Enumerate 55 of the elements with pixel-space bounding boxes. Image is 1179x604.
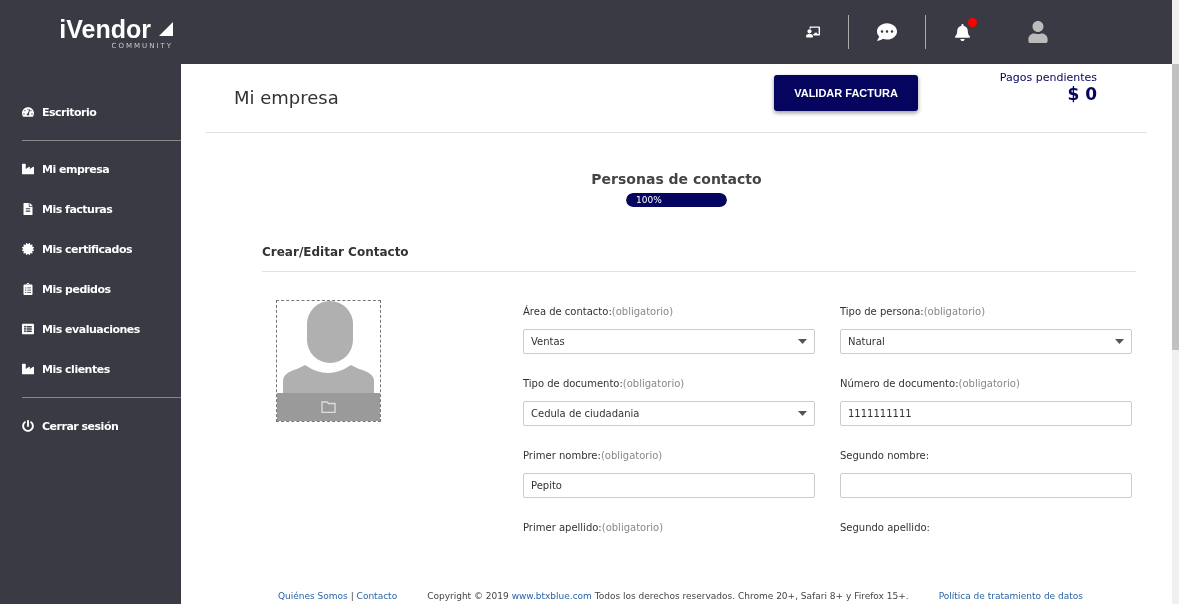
sidebar-item[interactable]: Mis certificados: [22, 229, 181, 269]
document-icon: [22, 203, 34, 215]
bell-icon[interactable]: [954, 23, 971, 41]
dashboard-icon: [22, 106, 34, 118]
pending-amount: $ 0: [1067, 84, 1097, 105]
input-field[interactable]: 1111111111: [840, 400, 1132, 426]
input-field[interactable]: Pepito: [523, 472, 815, 498]
sidebar-item[interactable]: Cerrar sesión: [22, 406, 181, 446]
caret-icon: [1115, 338, 1124, 344]
copyright-text: Copyright © 2019 www.btxblue.com Todos los derechos reservados. Chrome 20+, Safari 8+ y Firefox 15+.: [427, 590, 909, 601]
section-title: Crear/Editar Contacto: [262, 244, 1136, 272]
input-field[interactable]: [840, 472, 1132, 498]
factory-icon: [22, 163, 34, 175]
select-field[interactable]: Natural: [840, 328, 1132, 354]
sidebar-item[interactable]: Mis evaluaciones: [22, 309, 181, 349]
separator: |: [350, 590, 354, 601]
pending-label: Pagos pendientes: [999, 71, 1097, 85]
field-label: Primer nombre:(obligatorio): [523, 449, 664, 461]
sidebar-item[interactable]: Mis pedidos: [22, 269, 181, 309]
caret-icon: [798, 410, 807, 416]
site-link[interactable]: www.btxblue.com: [511, 590, 592, 601]
certificate-icon: [22, 243, 34, 255]
policy-link[interactable]: Política de tratamiento de datos: [938, 590, 1083, 601]
field-label: Área de contacto:(obligatorio): [523, 305, 675, 317]
validate-button[interactable]: VALIDAR FACTURA: [774, 74, 918, 111]
presentation-icon[interactable]: [806, 25, 820, 39]
progress-reading: 100%: [635, 194, 662, 205]
triangle-icon: [159, 22, 173, 36]
caret-icon: [798, 338, 807, 344]
page-title: Mi empresa: [234, 87, 339, 109]
sidebar-item[interactable]: Mis clientes: [22, 349, 181, 389]
brand-name: iVendor: [59, 14, 151, 43]
chat-icon[interactable]: [877, 22, 897, 42]
progress-title: Personas de contacto: [591, 170, 762, 187]
select-field[interactable]: Ventas: [523, 328, 815, 354]
about-link[interactable]: Quiénes Somos: [278, 590, 348, 601]
field-label: Primer apellido:(obligatorio): [523, 521, 665, 533]
folder-icon: [321, 400, 336, 413]
sidebar-item[interactable]: Escritorio: [22, 92, 181, 132]
user-icon[interactable]: [1027, 21, 1049, 43]
field-label: Tipo de documento:(obligatorio): [523, 377, 686, 389]
scrollbar[interactable]: [1172, 0, 1179, 604]
clipboard-icon: [22, 283, 34, 295]
field-label: Segundo apellido:: [840, 521, 931, 533]
factory-icon: [22, 363, 34, 375]
field-label: Número de documento:(obligatorio): [840, 377, 1021, 389]
field-label: Segundo nombre:: [840, 449, 931, 461]
sidebar-item[interactable]: Mis facturas: [22, 189, 181, 229]
field-label: Tipo de persona:(obligatorio): [840, 305, 987, 317]
list-icon: [22, 323, 34, 335]
select-field[interactable]: Cedula de ciudadania: [523, 400, 815, 426]
power-icon: [22, 420, 34, 432]
sidebar-item[interactable]: Mi empresa: [22, 149, 181, 189]
photo-upload[interactable]: [276, 299, 381, 422]
contact-link[interactable]: Contacto: [356, 590, 398, 601]
